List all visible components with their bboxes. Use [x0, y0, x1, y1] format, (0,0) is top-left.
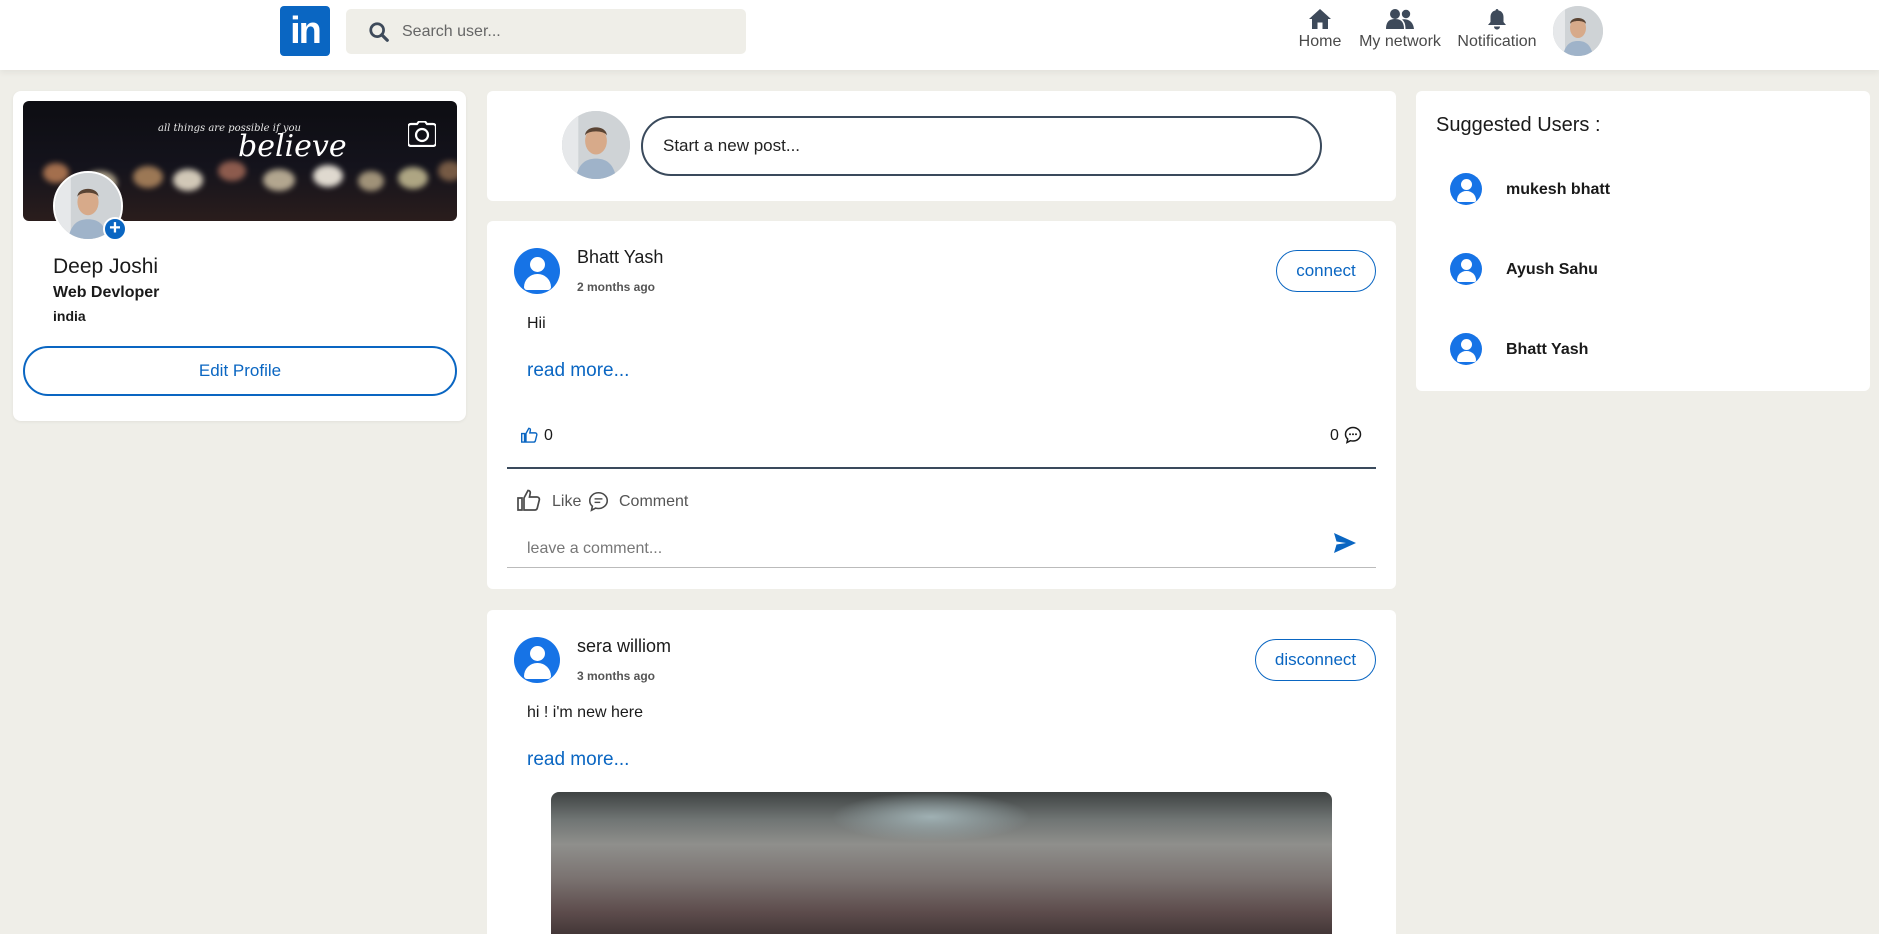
linkedin-logo[interactable]: in — [280, 6, 330, 56]
read-more-link[interactable]: read more... — [527, 749, 629, 771]
avatar-photo — [562, 111, 630, 179]
suggested-user-avatar-icon[interactable] — [1450, 253, 1482, 285]
disconnect-button[interactable]: disconnect — [1255, 639, 1376, 681]
suggested-user-avatar-icon[interactable] — [1450, 173, 1482, 205]
comment-box — [507, 528, 1376, 568]
nav-home[interactable]: Home — [1295, 6, 1345, 56]
profile-location: india — [53, 308, 86, 324]
edit-profile-button[interactable]: Edit Profile — [23, 346, 457, 396]
avatar-photo — [1553, 6, 1603, 56]
start-post-button[interactable]: Start a new post... — [641, 116, 1322, 176]
camera-icon[interactable] — [408, 121, 436, 147]
comment-icon[interactable] — [588, 491, 609, 512]
send-icon[interactable] — [1334, 533, 1356, 553]
network-icon — [1386, 9, 1414, 29]
like-button[interactable]: Like — [552, 493, 581, 511]
user-avatar-icon[interactable] — [514, 248, 560, 294]
post-author[interactable]: Bhatt Yash — [577, 247, 663, 268]
search-bar[interactable] — [346, 9, 746, 54]
comment-count: 0 — [1330, 427, 1339, 444]
comment-input[interactable] — [527, 536, 1307, 562]
post-author[interactable]: sera williom — [577, 636, 671, 657]
nav-notification[interactable]: Notification — [1453, 6, 1541, 56]
connect-button[interactable]: connect — [1276, 250, 1376, 292]
post-text: hi ! i'm new here — [527, 704, 643, 721]
user-avatar-icon[interactable] — [514, 637, 560, 683]
like-count-icon — [521, 427, 538, 443]
read-more-link[interactable]: read more... — [527, 360, 629, 382]
post-image[interactable] — [551, 792, 1332, 934]
post-text: Hii — [527, 315, 546, 332]
nav-my-network[interactable]: My network — [1355, 6, 1445, 56]
comment-button[interactable]: Comment — [619, 493, 688, 511]
suggested-users-title: Suggested Users : — [1436, 114, 1601, 136]
profile-role: Web Devloper — [53, 284, 160, 301]
post-time: 3 months ago — [577, 669, 656, 683]
top-navbar: in Home My network Notification — [0, 0, 1879, 70]
like-count: 0 — [544, 427, 553, 444]
like-icon[interactable] — [517, 489, 541, 511]
suggested-user-name[interactable]: mukesh bhatt — [1506, 181, 1610, 199]
nav-notification-label: Notification — [1457, 33, 1537, 50]
suggested-user-avatar-icon[interactable] — [1450, 333, 1482, 365]
banner-quote-big: believe — [238, 129, 347, 164]
search-icon — [369, 22, 389, 42]
bell-icon — [1488, 9, 1506, 30]
suggested-user-name[interactable]: Bhatt Yash — [1506, 341, 1588, 359]
nav-user-avatar[interactable] — [1553, 6, 1603, 56]
post-time: 2 months ago — [577, 280, 656, 294]
suggested-user-name[interactable]: Ayush Sahu — [1506, 261, 1598, 279]
comment-count-icon — [1344, 426, 1362, 444]
profile-card: all things are possible if you believe +… — [13, 91, 466, 421]
home-icon — [1309, 9, 1331, 29]
nav-home-label: Home — [1298, 33, 1342, 50]
post-divider — [507, 467, 1376, 469]
add-photo-icon[interactable]: + — [103, 217, 127, 241]
search-input[interactable] — [402, 9, 732, 54]
composer-avatar — [562, 111, 630, 179]
nav-network-label: My network — [1359, 33, 1441, 50]
profile-name: Deep Joshi — [53, 255, 159, 278]
